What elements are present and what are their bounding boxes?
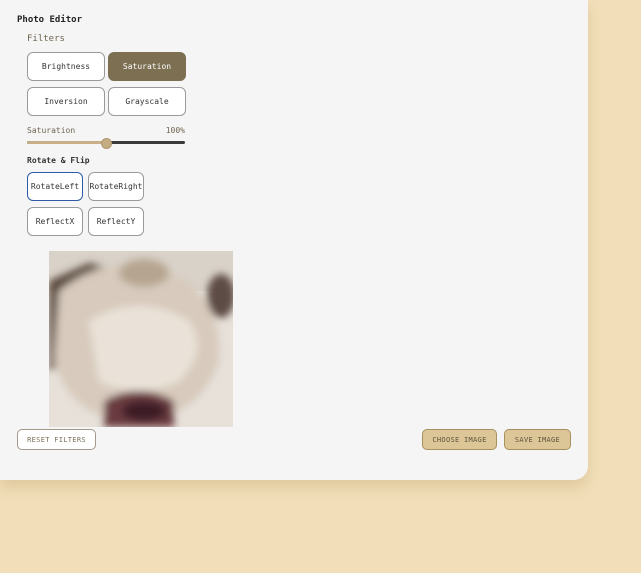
- reflect-x-button[interactable]: ReflectX: [27, 207, 83, 236]
- choose-image-button[interactable]: CHOOSE IMAGE: [422, 429, 497, 450]
- slider-label: Saturation: [27, 126, 76, 135]
- rotate-flip-title: Rotate & Flip: [27, 156, 90, 165]
- slider-value: 100%: [165, 126, 185, 135]
- page-title: Photo Editor: [17, 15, 83, 25]
- preview-image: [49, 251, 233, 427]
- reflect-y-button[interactable]: ReflectY: [88, 207, 144, 236]
- filters-label: Filters: [27, 34, 65, 44]
- filter-brightness-button[interactable]: Brightness: [27, 52, 105, 81]
- editor-card: Photo Editor Filters Brightness Saturati…: [0, 0, 588, 480]
- filter-grayscale-button[interactable]: Grayscale: [108, 87, 186, 116]
- slider-fill: [27, 141, 106, 144]
- slider-thumb[interactable]: [101, 138, 112, 149]
- filter-saturation-button[interactable]: Saturation: [108, 52, 186, 81]
- filter-inversion-button[interactable]: Inversion: [27, 87, 105, 116]
- rotate-left-button[interactable]: RotateLeft: [27, 172, 83, 201]
- rotate-right-button[interactable]: RotateRight: [88, 172, 144, 201]
- reset-filters-button[interactable]: RESET FILTERS: [17, 429, 96, 450]
- save-image-button[interactable]: SAVE IMAGE: [504, 429, 571, 450]
- slider-info: Saturation 100%: [27, 126, 185, 135]
